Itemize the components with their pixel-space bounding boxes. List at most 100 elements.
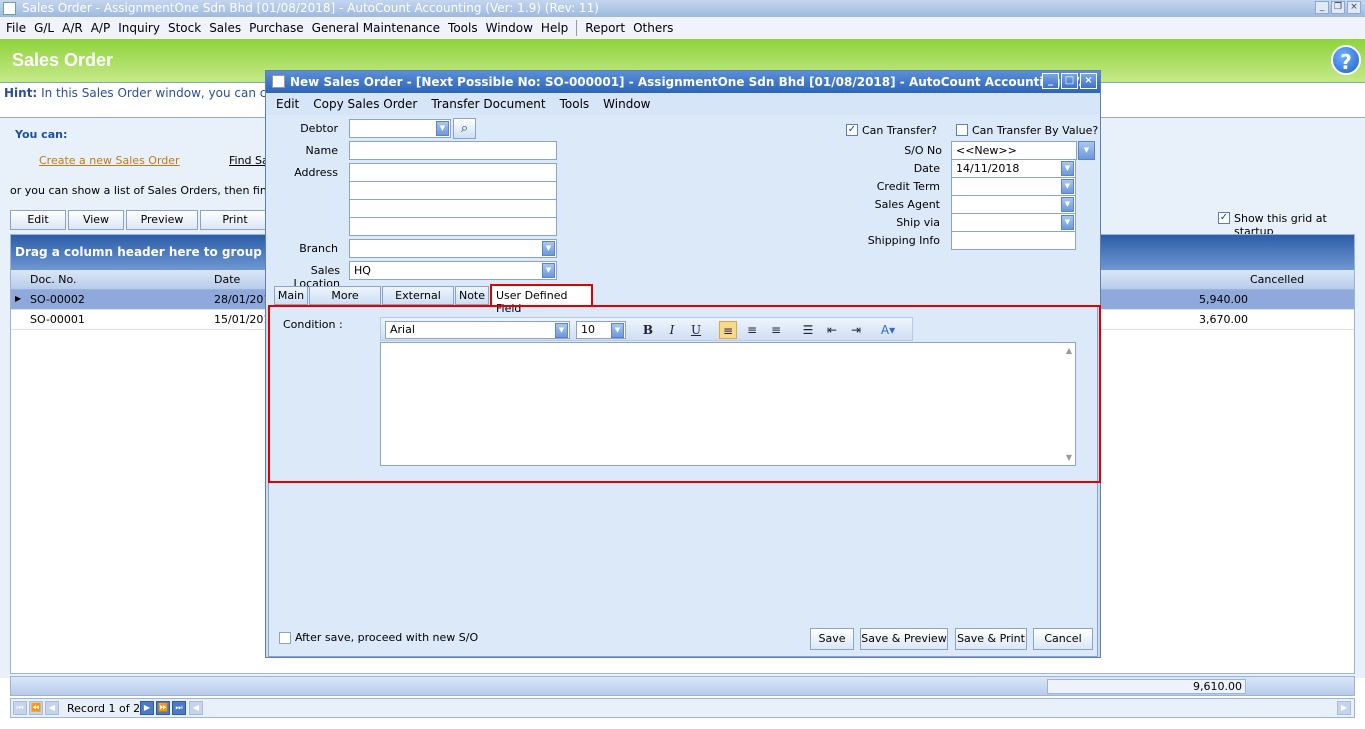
view-button[interactable]: View <box>68 210 124 230</box>
menu-others[interactable]: Others <box>633 21 673 35</box>
col-cancelled[interactable]: Cancelled <box>1250 273 1304 286</box>
tab-note[interactable]: Note <box>455 286 489 305</box>
name-field[interactable] <box>349 141 557 160</box>
col-doc-no[interactable]: Doc. No. <box>30 273 77 286</box>
save-preview-button[interactable]: Save & Preview <box>860 628 948 650</box>
so-no-field[interactable]: <<New>> <box>951 141 1077 160</box>
can-transfer-value-checkbox[interactable] <box>956 124 968 136</box>
chevron-down-icon[interactable]: ▼ <box>555 323 568 338</box>
dialog-maximize-icon[interactable]: □ <box>1061 73 1078 89</box>
align-left-icon[interactable]: ≡ <box>719 321 737 339</box>
tab-main[interactable]: Main <box>274 286 308 305</box>
minimize-icon[interactable]: _ <box>1315 1 1329 14</box>
sales-location-select[interactable]: HQ ▼ <box>349 261 557 280</box>
address-line2[interactable] <box>349 181 557 200</box>
save-print-button[interactable]: Save & Print <box>955 628 1027 650</box>
find-sales-order-link[interactable]: Find Sa <box>229 154 269 167</box>
chevron-down-icon[interactable]: ▼ <box>542 263 555 278</box>
menu-ap[interactable]: A/P <box>91 21 111 35</box>
menu-purchase[interactable]: Purchase <box>249 21 304 35</box>
after-save-checkbox[interactable] <box>279 632 291 644</box>
chevron-down-icon[interactable]: ▼ <box>611 323 624 338</box>
italic-icon[interactable]: I <box>663 321 681 339</box>
menu-tools[interactable]: Tools <box>448 21 478 35</box>
chevron-down-icon[interactable]: ▼ <box>1061 215 1074 230</box>
hint-label: Hint: <box>4 86 38 100</box>
scroll-left-icon[interactable]: ◀ <box>189 701 203 715</box>
close-icon[interactable]: × <box>1347 1 1361 14</box>
last-record-icon[interactable]: ⏭ <box>172 701 186 715</box>
text-color-icon[interactable]: A▾ <box>879 321 897 339</box>
font-select[interactable]: Arial ▼ <box>385 321 570 339</box>
outdent-icon[interactable]: ⇤ <box>823 321 841 339</box>
bold-icon[interactable]: B <box>639 321 657 339</box>
dlg-menu-edit[interactable]: Edit <box>276 97 299 111</box>
tab-external-link[interactable]: External Link <box>382 286 454 319</box>
dialog-title: New Sales Order - [Next Possible No: SO-… <box>290 75 1092 89</box>
menu-ar[interactable]: A/R <box>62 21 83 35</box>
debtor-select[interactable]: ▼ <box>349 119 451 138</box>
col-date[interactable]: Date <box>214 273 240 286</box>
preview-button[interactable]: Preview <box>126 210 198 230</box>
dlg-menu-window[interactable]: Window <box>603 97 650 111</box>
search-icon[interactable]: ⌕ <box>453 118 476 139</box>
dlg-menu-tools[interactable]: Tools <box>560 97 590 111</box>
help-icon[interactable]: ? <box>1331 45 1361 75</box>
tab-user-defined-field[interactable]: User Defined Field <box>490 284 593 315</box>
dlg-menu-transfer[interactable]: Transfer Document <box>431 97 545 111</box>
dialog-close-icon[interactable]: × <box>1080 73 1097 89</box>
dialog-minimize-icon[interactable]: _ <box>1042 73 1059 89</box>
next-page-icon[interactable]: ⏩ <box>156 701 170 715</box>
show-grid-checkbox[interactable]: ✓ <box>1218 212 1230 224</box>
after-save-label: After save, proceed with new S/O <box>295 631 479 644</box>
menu-help[interactable]: Help <box>541 21 568 35</box>
can-transfer-checkbox[interactable]: ✓ <box>846 124 858 136</box>
tab-more-header[interactable]: More Header <box>309 286 381 319</box>
cancel-button[interactable]: Cancel <box>1033 628 1093 650</box>
prev-record-icon[interactable]: ◀ <box>45 701 59 715</box>
menu-stock[interactable]: Stock <box>168 21 201 35</box>
address-line1[interactable] <box>349 163 557 182</box>
calendar-dropdown-icon[interactable]: ▼ <box>1061 161 1074 176</box>
scroll-right-icon[interactable]: ▶ <box>1337 701 1351 715</box>
first-record-icon[interactable]: ⏮ <box>13 701 27 715</box>
prev-page-icon[interactable]: ⏪ <box>29 701 43 715</box>
sales-agent-select[interactable]: ▼ <box>951 195 1076 214</box>
indent-icon[interactable]: ⇥ <box>847 321 865 339</box>
credit-term-select[interactable]: ▼ <box>951 177 1076 196</box>
chevron-down-icon[interactable]: ▼ <box>1061 179 1074 194</box>
menu-sales[interactable]: Sales <box>209 21 241 35</box>
menu-gl[interactable]: G/L <box>34 21 54 35</box>
menu-inquiry[interactable]: Inquiry <box>118 21 160 35</box>
align-right-icon[interactable]: ≡ <box>767 321 785 339</box>
restore-icon[interactable]: ❐ <box>1331 1 1345 14</box>
align-center-icon[interactable]: ≡ <box>743 321 761 339</box>
chevron-down-icon[interactable]: ▼ <box>1061 197 1074 212</box>
create-sales-order-link[interactable]: Create a new Sales Order <box>39 154 180 167</box>
scroll-down-icon[interactable]: ▼ <box>1066 453 1072 462</box>
chevron-down-icon[interactable]: ▼ <box>542 241 555 256</box>
print-button[interactable]: Print <box>200 210 270 230</box>
save-button[interactable]: Save <box>810 628 854 650</box>
underline-icon[interactable]: U <box>687 321 705 339</box>
scroll-up-icon[interactable]: ▲ <box>1066 346 1072 355</box>
next-record-icon[interactable]: ▶ <box>140 701 154 715</box>
dlg-menu-copy[interactable]: Copy Sales Order <box>313 97 417 111</box>
font-size-select[interactable]: 10 ▼ <box>576 321 626 339</box>
address-line3[interactable] <box>349 199 557 218</box>
condition-editor[interactable]: ▲ ▼ <box>380 342 1076 466</box>
menu-window[interactable]: Window <box>486 21 533 35</box>
chevron-down-icon[interactable]: ▼ <box>436 121 449 136</box>
date-field[interactable]: 14/11/2018 ▼ <box>951 159 1076 178</box>
branch-select[interactable]: ▼ <box>349 239 557 258</box>
address-line4[interactable] <box>349 217 557 236</box>
ship-via-select[interactable]: ▼ <box>951 213 1076 232</box>
shipping-info-field[interactable] <box>951 231 1076 250</box>
menu-report[interactable]: Report <box>585 21 625 35</box>
window-titlebar: Sales Order - AssignmentOne Sdn Bhd [01/… <box>0 0 1365 17</box>
edit-button[interactable]: Edit <box>10 210 66 230</box>
menu-general-maintenance[interactable]: General Maintenance <box>312 21 440 35</box>
menu-file[interactable]: File <box>6 21 26 35</box>
so-no-dropdown-icon[interactable]: ▼ <box>1078 141 1095 160</box>
bullet-list-icon[interactable]: ☰ <box>799 321 817 339</box>
